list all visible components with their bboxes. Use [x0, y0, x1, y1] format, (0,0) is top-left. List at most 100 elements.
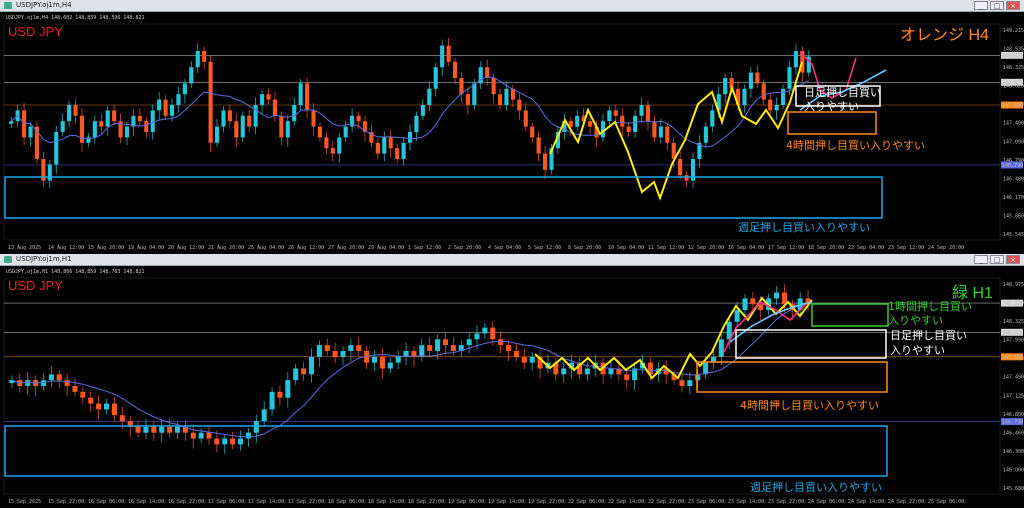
candle-body: [332, 350, 338, 357]
candle-body: [305, 83, 310, 111]
candle-body: [308, 356, 314, 375]
candle-body: [56, 374, 62, 381]
date-tick-label: 15 Aug 20:00: [88, 245, 124, 251]
chart-window-h1[interactable]: USDJPY.oj1m,H1 _ □ × USDJPY.oj1m,H1 148.…: [0, 254, 1024, 508]
candle-body: [608, 368, 614, 375]
date-tick-label: 18 Sep 14:00: [368, 499, 404, 505]
daily-zone-label-line2: 入りやすい: [804, 100, 859, 113]
date-tick-label: 16 Sep 04:00: [728, 245, 764, 251]
candle-body: [645, 105, 651, 122]
candle-body: [163, 99, 168, 116]
candle-body: [440, 45, 445, 68]
timeframe-label: 緑 H1: [952, 284, 993, 302]
h4-zone-label: 4時間押し目買い入りやすい: [786, 138, 925, 152]
candle-body: [742, 88, 747, 105]
candle-body: [379, 356, 385, 369]
candle-body: [285, 380, 291, 398]
minimize-button[interactable]: _: [974, 255, 988, 264]
candle-body: [54, 132, 59, 165]
date-tick-label: 18 Sep 06:00: [328, 499, 364, 505]
candle-body: [88, 397, 94, 404]
window-title: USDJPY.oj1m,H4: [16, 1, 72, 9]
close-button[interactable]: ×: [1006, 1, 1020, 10]
date-tick-label: 24 Sep 06:00: [808, 499, 844, 505]
candle-body: [387, 362, 393, 369]
weekly-zone-box: [4, 425, 888, 477]
maximize-button[interactable]: □: [990, 255, 1004, 264]
candle-body: [190, 432, 196, 439]
candle-body: [174, 426, 180, 433]
candle-body: [626, 126, 631, 132]
candle-body: [465, 94, 470, 105]
candle-body: [330, 148, 335, 154]
date-tick-label: 18 Sep 22:00: [408, 499, 444, 505]
price-tag-label: 147.896: [1002, 355, 1023, 361]
price-tick-label: 145.680: [1003, 486, 1024, 492]
candle-body: [253, 105, 258, 127]
candle-body: [234, 121, 239, 138]
price-chart-h4[interactable]: USDJPY.oj1m,H4 148.602 148.859 148.596 1…: [0, 12, 1024, 254]
date-tick-label: 19 Aug 04:00: [128, 245, 164, 251]
date-tick-label: 22 Sep 06:00: [568, 499, 604, 505]
candle-body: [414, 115, 419, 132]
candle-body: [395, 148, 400, 159]
date-tick-label: 15 Sep 22:00: [48, 499, 84, 505]
date-tick-label: 10 Sep 04:00: [608, 245, 644, 251]
candle-body: [25, 380, 31, 386]
date-tick-label: 23 Sep 12:00: [888, 245, 924, 251]
candle-body: [504, 88, 509, 105]
h1-zone-box: [811, 303, 889, 327]
price-chart-h1[interactable]: USDJPY.oj1m,H1 148.866 148.859 148.763 1…: [0, 266, 1024, 508]
candle-body: [536, 137, 541, 154]
date-tick-label: 22 Sep 14:00: [608, 499, 644, 505]
price-tick-label: 147.490: [1003, 375, 1024, 381]
price-tick-label: 147.990: [1003, 338, 1024, 344]
symbol-label: USD JPY: [8, 278, 63, 293]
candle-body: [407, 132, 413, 143]
candle-body: [442, 339, 448, 346]
weekly-zone-box: [4, 176, 883, 219]
maximize-button[interactable]: □: [990, 1, 1004, 10]
daily-zone-label-line1: 日足押し目買い: [890, 328, 967, 342]
price-tag-label: 148.821: [1002, 53, 1023, 59]
chart-window-h4[interactable]: USDJPY.oj1m,H4 _ □ × USDJPY.oj1m,H4 148.…: [0, 0, 1024, 254]
candle-body: [189, 67, 194, 84]
moving-average-line: [11, 302, 809, 438]
candle-body: [588, 121, 593, 127]
candle-body: [718, 339, 724, 357]
candle-body: [28, 126, 33, 138]
date-tick-label: 17 Sep 22:00: [288, 499, 324, 505]
close-button[interactable]: ×: [1006, 255, 1020, 264]
candle-body: [482, 327, 488, 334]
candle-body: [678, 159, 683, 176]
candle-body: [613, 110, 618, 116]
date-tick-label: 11 Sep 12:00: [648, 245, 684, 251]
candle-body: [758, 304, 764, 311]
candle-body: [665, 126, 670, 143]
candle-body: [292, 105, 297, 122]
candle-body: [710, 110, 715, 127]
candle-body: [529, 356, 535, 363]
candle-body: [311, 110, 316, 127]
candle-body: [337, 137, 342, 154]
candle-body: [9, 121, 14, 124]
window-titlebar[interactable]: USDJPY.oj1m,H4 _ □ ×: [0, 0, 1024, 12]
date-tick-label: 17 Sep 12:00: [768, 245, 804, 251]
date-tick-label: 23 Sep 14:00: [728, 499, 764, 505]
candle-body: [652, 121, 657, 138]
price-tick-label: 146.480: [1003, 176, 1024, 182]
candle-body: [247, 115, 252, 127]
price-tick-label: 146.800: [1003, 412, 1024, 418]
candle-body: [151, 426, 157, 433]
candle-body: [427, 88, 432, 105]
date-tick-label: 27 Aug 20:00: [328, 245, 364, 251]
window-titlebar[interactable]: USDJPY.oj1m,H1 _ □ ×: [0, 254, 1024, 266]
date-tick-label: 29 Aug 04:00: [368, 245, 404, 251]
date-tick-label: 23 Sep 06:00: [688, 499, 724, 505]
weekly-zone-label: 週足押し目買い入りやすい: [738, 220, 870, 234]
minimize-button[interactable]: _: [974, 1, 988, 10]
date-tick-label: 24 Sep 22:00: [888, 499, 924, 505]
date-tick-label: 17 Sep 14:00: [248, 499, 284, 505]
candle-body: [227, 110, 232, 122]
price-tick-label: 145.545: [1003, 232, 1024, 238]
